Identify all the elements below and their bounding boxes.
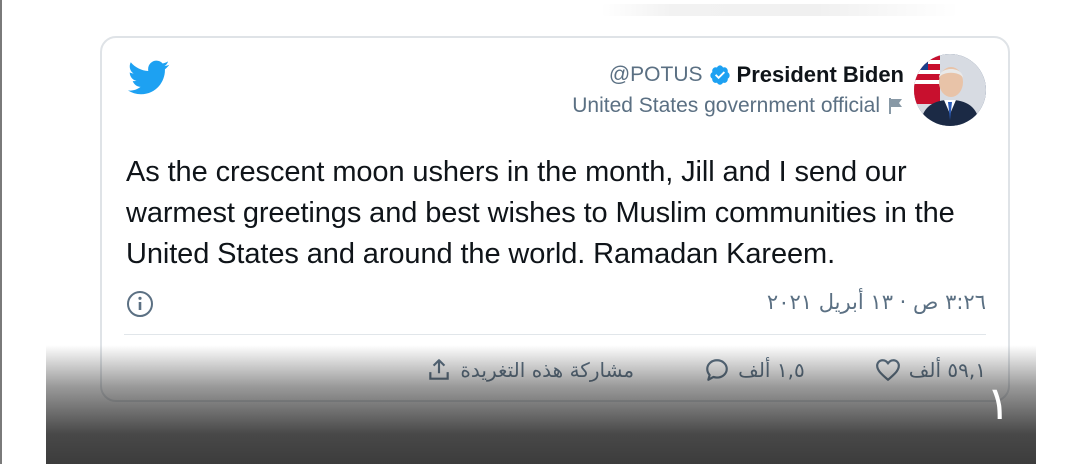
flag-icon xyxy=(889,98,902,114)
twitter-logo-icon[interactable] xyxy=(128,60,170,96)
account-label-row: United States government official xyxy=(572,94,904,118)
tweet-text: As the crescent moon ushers in the month… xyxy=(126,156,955,270)
reply-button[interactable]: ١,٥ ألف xyxy=(704,357,805,383)
faded-text-bleed xyxy=(600,4,960,16)
like-count: ٥٩,١ ألف xyxy=(908,358,986,382)
tweet-timestamp[interactable]: ٣:٢٦ ص · ١٣ أبريل ٢٠٢١ xyxy=(767,290,986,314)
reply-count: ١,٥ ألف xyxy=(738,358,805,382)
page-number: ١ xyxy=(986,376,1011,430)
tweet-header: @POTUS President Biden United States gov… xyxy=(572,54,986,126)
author-handle[interactable]: @POTUS xyxy=(609,63,703,87)
author-display-name[interactable]: President Biden xyxy=(737,62,904,88)
info-icon[interactable] xyxy=(126,290,154,318)
avatar[interactable] xyxy=(914,54,986,126)
heart-icon xyxy=(875,359,900,381)
screenshot: @POTUS President Biden United States gov… xyxy=(0,0,1080,464)
government-account-label[interactable]: United States government official xyxy=(572,94,880,118)
left-border xyxy=(0,0,2,464)
divider xyxy=(124,334,986,335)
reply-icon xyxy=(706,359,728,381)
tweet-actions: ٥٩,١ ألف ١,٥ ألف مشاركة هذه التغريدة xyxy=(124,352,986,388)
share-icon xyxy=(429,359,450,380)
avatar-photo xyxy=(914,54,986,126)
tweet-card[interactable]: @POTUS President Biden United States gov… xyxy=(100,36,1010,402)
share-label: مشاركة هذه التغريدة xyxy=(460,358,635,382)
author-name-row: @POTUS President Biden xyxy=(609,62,904,88)
author-info: @POTUS President Biden United States gov… xyxy=(572,62,904,118)
verified-badge-icon xyxy=(709,65,730,85)
share-button[interactable]: مشاركة هذه التغريدة xyxy=(426,357,634,383)
like-button[interactable]: ٥٩,١ ألف xyxy=(875,357,986,383)
